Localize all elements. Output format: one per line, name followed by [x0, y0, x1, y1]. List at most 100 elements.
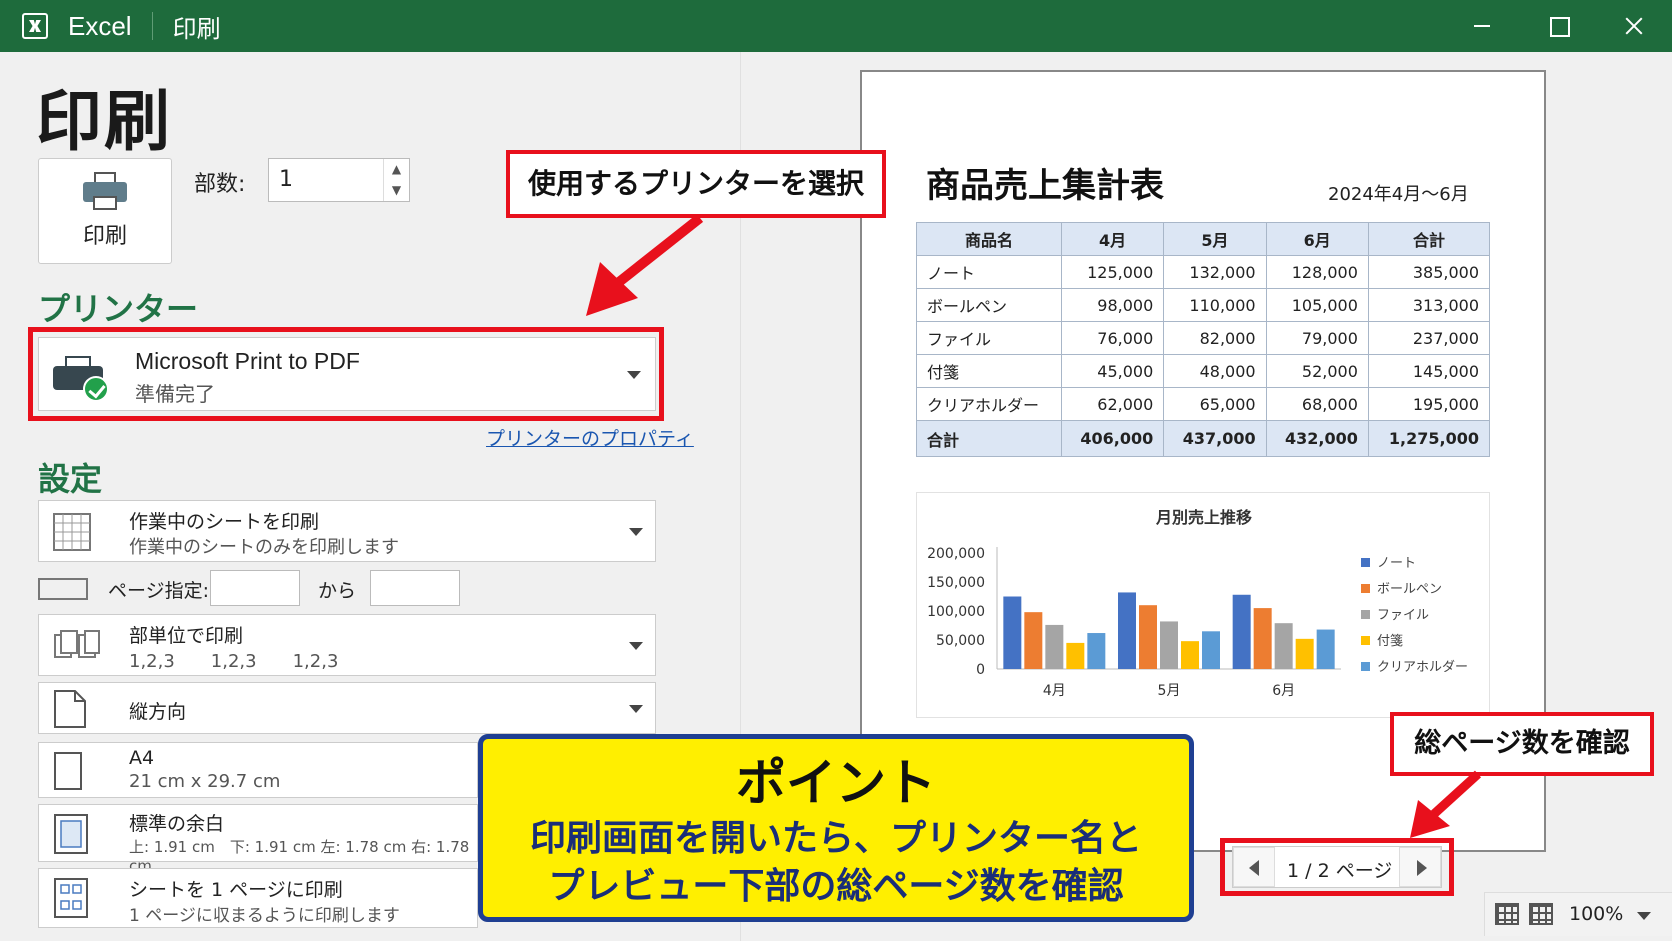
- preview-doc-title: 商品売上集計表: [926, 166, 1164, 206]
- chevron-down-icon: [629, 528, 643, 536]
- table-cell: 125,000: [1060, 255, 1165, 289]
- margins-title: 標準の余白: [129, 813, 225, 835]
- fit-to-page-icon: [54, 878, 88, 918]
- maximize-button[interactable]: [1520, 0, 1596, 52]
- copies-input[interactable]: 1 ▲ ▼: [268, 158, 410, 202]
- chart-bar: [1045, 624, 1064, 669]
- chart-bar: [1066, 642, 1085, 669]
- close-button[interactable]: [1596, 0, 1672, 52]
- table-cell: 237,000: [1367, 321, 1491, 355]
- page-from-input[interactable]: [210, 570, 300, 606]
- excel-logo-icon: [22, 13, 48, 39]
- table-header: 商品名: [916, 222, 1062, 256]
- table-cell: 52,000: [1265, 354, 1369, 388]
- paper-size-icon: [54, 752, 82, 790]
- preview-period: 2024年4月〜6月: [1328, 184, 1469, 205]
- table-row: ファイル 76,000 82,000 79,000 237,000: [916, 321, 1491, 355]
- chevron-down-icon[interactable]: ▼: [384, 180, 409, 201]
- point-line-1: 印刷画面を開いたら、プリンター名と: [529, 818, 1142, 859]
- legend-swatch: [1361, 584, 1370, 593]
- page-layout-view-icon[interactable]: [1529, 903, 1553, 925]
- table-cell: 406,000: [1060, 420, 1165, 457]
- normal-view-icon[interactable]: [1495, 903, 1519, 925]
- copies-stepper[interactable]: ▲ ▼: [383, 159, 409, 201]
- title-separator: [151, 12, 153, 40]
- scaling-title: シートを 1 ページに印刷: [129, 879, 343, 901]
- y-tick-label: 100,000: [927, 604, 985, 620]
- chart-bar: [1295, 638, 1314, 669]
- y-tick-label: 200,000: [927, 546, 985, 562]
- pages-icon: [38, 578, 88, 600]
- table-header: 5月: [1163, 222, 1267, 256]
- table-total-row: 合計 406,000 437,000 432,000 1,275,000: [916, 420, 1491, 457]
- table-cell: 65,000: [1163, 387, 1267, 421]
- printer-callout-arrow: [586, 214, 704, 316]
- printer-section-title: プリンター: [38, 290, 199, 328]
- table-cell: クリアホルダー: [916, 387, 1062, 421]
- chart-bar: [1181, 641, 1199, 669]
- status-bar: 100%: [1484, 892, 1672, 936]
- paper-size-desc: 21 cm x 29.7 cm: [129, 771, 281, 792]
- table-cell: 62,000: [1060, 387, 1165, 421]
- table-cell: 68,000: [1265, 387, 1369, 421]
- x-tick-label: 4月: [1043, 683, 1066, 699]
- settings-section-title: 設定: [38, 460, 103, 498]
- table-cell: 110,000: [1163, 288, 1267, 322]
- chevron-up-icon[interactable]: ▲: [384, 159, 409, 180]
- chart-bar: [1316, 629, 1335, 669]
- paper-size-dropdown[interactable]: A4 21 cm x 29.7 cm: [38, 742, 478, 798]
- sales-table: 商品名 4月 5月 6月 合計 ノート 125,000 132,000 128,…: [916, 222, 1491, 457]
- printer-callout: 使用するプリンターを選択: [506, 150, 886, 218]
- margins-dropdown[interactable]: 標準の余白 上: 1.91 cm 下: 1.91 cm 左: 1.78 cm 右…: [38, 804, 478, 875]
- table-cell: 付箋: [916, 354, 1062, 388]
- legend-swatch: [1361, 662, 1370, 671]
- sales-chart: 月別売上推移 0 50,000 100,000 150,000 200,000 4月 5月 6月…: [916, 492, 1490, 718]
- copies-label: 部数:: [194, 172, 246, 197]
- table-cell: 385,000: [1367, 255, 1491, 289]
- table-cell: 195,000: [1367, 387, 1491, 421]
- legend-label: ファイル: [1377, 608, 1429, 623]
- table-cell: 132,000: [1163, 255, 1267, 289]
- scaling-dropdown[interactable]: シートを 1 ページに印刷 1 ページに収まるように印刷します: [38, 868, 478, 928]
- margins-icon: [54, 814, 88, 854]
- page-to-input[interactable]: [370, 570, 460, 606]
- chart-title: 月別売上推移: [1155, 508, 1252, 527]
- app-name: Excel: [68, 10, 132, 41]
- table-cell: 313,000: [1367, 288, 1491, 322]
- table-cell: 98,000: [1060, 288, 1165, 322]
- legend-label: ボールペン: [1377, 582, 1442, 597]
- table-cell: 合計: [916, 420, 1062, 457]
- print-what-dropdown[interactable]: 作業中のシートを印刷 作業中のシートのみを印刷します: [38, 500, 656, 562]
- table-cell: 76,000: [1060, 321, 1165, 355]
- table-header: 合計: [1367, 222, 1491, 256]
- legend-swatch: [1361, 610, 1370, 619]
- table-cell: 105,000: [1265, 288, 1369, 322]
- chart-bar: [1087, 633, 1106, 669]
- print-button[interactable]: 印刷: [38, 158, 172, 264]
- scaling-desc: 1 ページに収まるように印刷します: [129, 906, 400, 926]
- printer-properties-link[interactable]: プリンターのプロパティ: [486, 424, 694, 451]
- page-title: 印刷: [36, 83, 172, 160]
- legend-swatch: [1361, 636, 1370, 645]
- copies-value: 1: [279, 167, 293, 192]
- printer-icon: [83, 172, 127, 212]
- zoom-level[interactable]: 100%: [1569, 903, 1623, 925]
- minimize-button[interactable]: [1444, 0, 1520, 52]
- print-button-label: 印刷: [82, 224, 127, 249]
- point-callout: ポイント 印刷画面を開いたら、プリンター名と プレビュー下部の総ページ数を確認: [478, 734, 1194, 922]
- table-cell: 145,000: [1367, 354, 1491, 388]
- table-cell: 48,000: [1163, 354, 1267, 388]
- chevron-down-icon[interactable]: [1637, 912, 1651, 920]
- chart-bar: [1003, 596, 1022, 669]
- page-range-row: ページ指定: から: [38, 570, 478, 606]
- page-to-label: から: [318, 580, 357, 602]
- orientation-dropdown[interactable]: 縦方向: [38, 682, 656, 734]
- legend-swatch: [1361, 558, 1370, 567]
- collate-title: 部単位で印刷: [129, 625, 244, 647]
- collate-dropdown[interactable]: 部単位で印刷 1,2,3 1,2,3 1,2,3: [38, 614, 656, 676]
- y-tick-label: 0: [976, 662, 985, 678]
- printer-highlight-box: [28, 327, 664, 421]
- title-bar: Excel 印刷: [0, 0, 1672, 52]
- table-header-row: 商品名 4月 5月 6月 合計: [916, 222, 1491, 256]
- table-cell: 437,000: [1163, 420, 1267, 457]
